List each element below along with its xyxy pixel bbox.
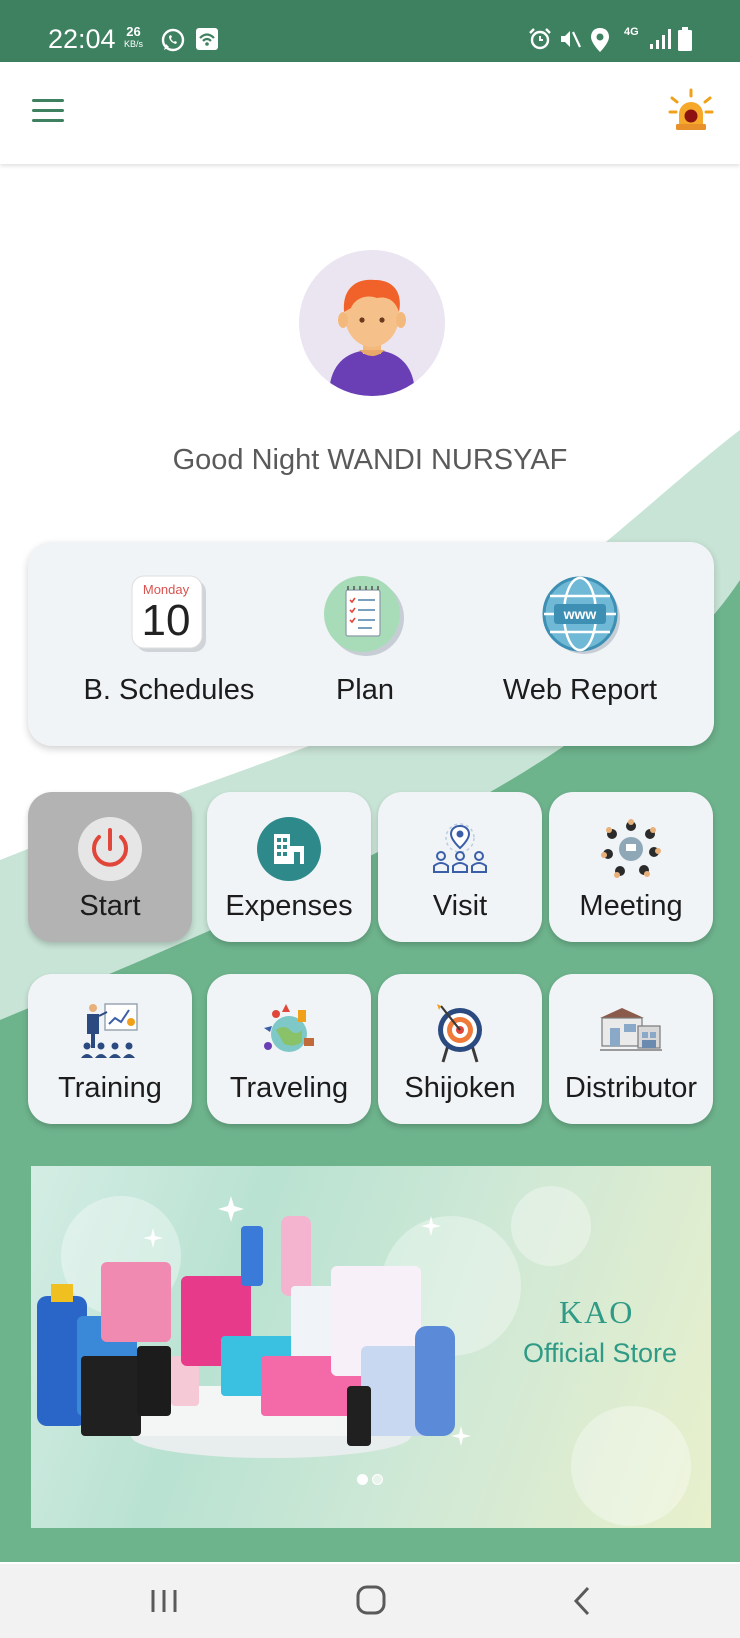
building-icon [257, 817, 321, 881]
travel-globe-icon [264, 1004, 314, 1052]
presentation-icon [81, 1003, 138, 1058]
location-icon [591, 28, 609, 52]
tile-label: Visit [432, 890, 488, 922]
battery-icon [678, 27, 692, 51]
tile-expenses[interactable]: Expenses [207, 792, 371, 942]
tile-label: Distributor [564, 1072, 698, 1104]
tile-training[interactable]: Training [28, 974, 192, 1124]
quick-action-schedules[interactable]: Monday 10 B. Schedules [66, 542, 272, 746]
status-time: 22:04 [48, 24, 116, 54]
tile-visit[interactable]: Visit [378, 792, 542, 942]
globe-www-icon: www [542, 576, 620, 654]
quick-action-label: Plan [335, 674, 395, 706]
quick-action-plan[interactable]: Plan [300, 542, 430, 746]
app-bar [0, 62, 740, 164]
hamburger-icon[interactable] [30, 96, 66, 126]
whatsapp-icon [161, 28, 185, 52]
tile-meeting[interactable]: Meeting [549, 792, 713, 942]
quick-action-label: B. Schedules [83, 674, 255, 706]
carousel-dot-active[interactable] [357, 1474, 368, 1485]
tile-shijoken[interactable]: Shijoken [378, 974, 542, 1124]
system-nav-bar [0, 1564, 740, 1638]
checklist-icon [324, 576, 404, 656]
tile-distributor[interactable]: Distributor [549, 974, 713, 1124]
user-avatar-icon [329, 279, 415, 396]
carousel-dot[interactable] [372, 1474, 383, 1485]
avatar[interactable] [299, 250, 445, 396]
visit-people-icon [433, 823, 487, 873]
calendar-date: 10 [141, 596, 191, 645]
warehouse-icon [600, 1008, 662, 1051]
tile-label: Traveling [229, 1072, 349, 1104]
meeting-table-icon [601, 819, 661, 878]
tile-start[interactable]: Start [28, 792, 192, 942]
tile-label: Start [79, 890, 141, 922]
recent-apps-icon[interactable] [139, 1580, 189, 1622]
tile-label: Meeting [579, 890, 683, 922]
tile-traveling[interactable]: Traveling [207, 974, 371, 1124]
alarm-icon [529, 28, 551, 50]
power-icon [78, 817, 142, 881]
network-type: 4G [624, 26, 639, 38]
tile-label: Training [58, 1072, 162, 1104]
network-speed-unit: KB/s [124, 39, 144, 49]
tile-label: Shijoken [404, 1072, 516, 1104]
wifi-call-icon [196, 28, 218, 50]
home-icon[interactable] [347, 1580, 397, 1622]
promo-banner[interactable]: KAO Official Store [31, 1166, 711, 1528]
tile-label: Expenses [225, 890, 353, 922]
calendar-day: Monday [142, 582, 190, 597]
signal-icon [650, 29, 671, 49]
quick-action-label: Web Report [502, 674, 658, 706]
svg-text:www: www [563, 606, 597, 622]
carousel-indicator [357, 1472, 387, 1490]
network-speed: 26 KB/s [124, 24, 144, 50]
network-speed-value: 26 [126, 24, 141, 39]
banner-subtitle: Official Store [523, 1338, 678, 1368]
target-icon [437, 1004, 482, 1063]
back-icon[interactable] [556, 1580, 606, 1622]
quick-action-web-report[interactable]: www Web Report [480, 542, 680, 746]
alarm-light-icon[interactable] [668, 88, 714, 134]
quick-actions-card: Monday 10 B. Schedules Plan www Web Repo… [28, 542, 714, 746]
status-bar: 22:04 26 KB/s 4G [0, 0, 740, 62]
banner-brand: KAO [559, 1294, 635, 1330]
greeting-text: Good Night WANDI NURSYAF [172, 444, 568, 476]
mute-icon [561, 31, 581, 48]
